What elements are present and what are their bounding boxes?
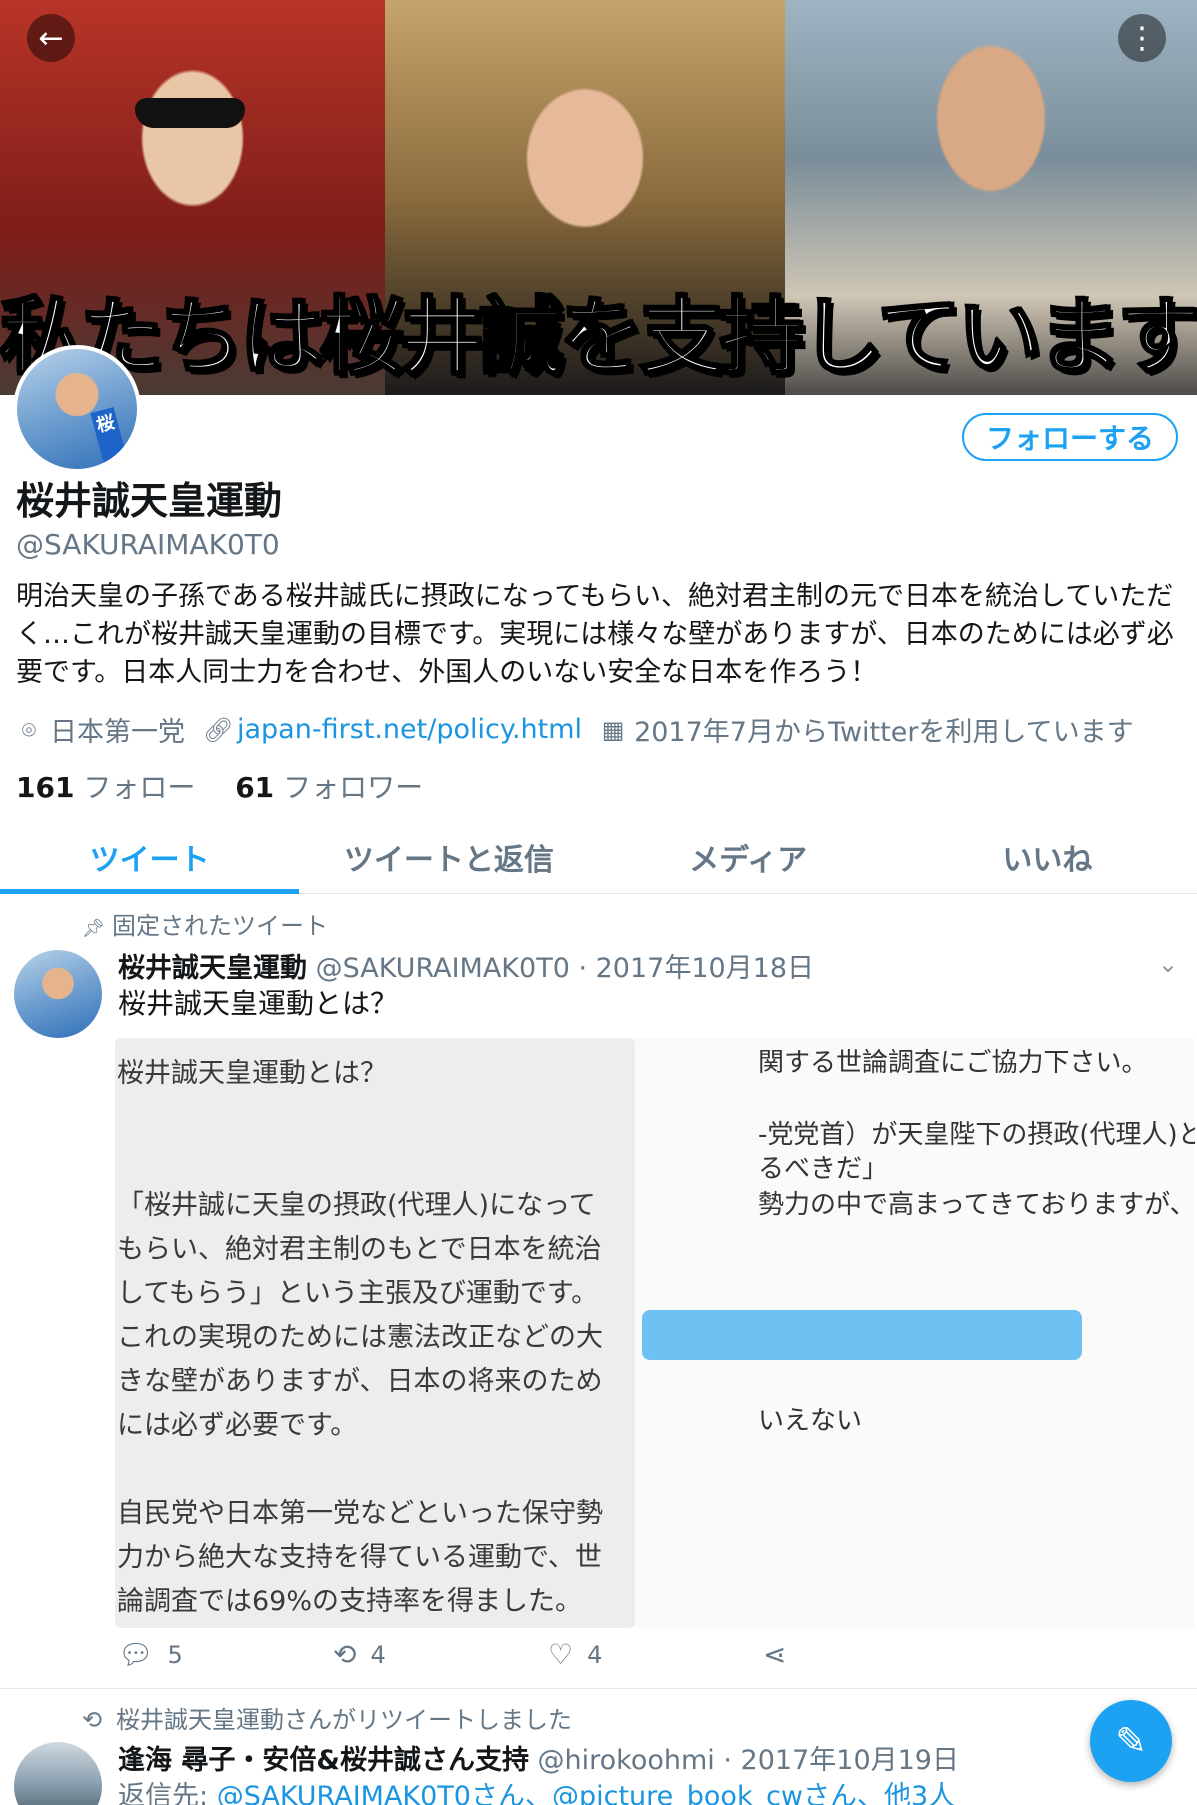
tweet-header: 逢海 尋子・安倍&桜井誠さん支持 @hirokoohmi · 2017年10月1…: [118, 1738, 959, 1777]
pinned-text: 固定されたツイート: [112, 912, 328, 940]
tab-tweets-and-replies[interactable]: ツイートと返信: [299, 820, 598, 893]
reply-action[interactable]: 💬︎ 5: [118, 1638, 333, 1671]
back-arrow-icon[interactable]: ←: [27, 14, 75, 62]
image-fragment: るべきだ」: [758, 1154, 889, 1184]
like-action[interactable]: ♡ 4: [548, 1638, 763, 1671]
retweeted-label: ⟲ 桜井誠天皇運動さんがリツイートしました: [82, 1700, 572, 1735]
retweet-icon: ⟲: [333, 1638, 357, 1671]
compose-tweet-button[interactable]: ✎: [1090, 1700, 1172, 1782]
followers-count: 61: [235, 771, 275, 804]
reply-icon: 💬︎: [118, 1638, 154, 1671]
tweet-author-name[interactable]: 桜井誠天皇運動: [118, 953, 307, 984]
chevron-down-icon[interactable]: ⌄: [1158, 950, 1178, 978]
profile-url[interactable]: japan-first.net/policy.html: [237, 714, 582, 745]
more-options-icon[interactable]: ⋮: [1118, 14, 1166, 62]
image-fragment: -党党首）が天皇陛下の摂政(代理人)とな: [758, 1120, 1195, 1150]
heart-icon: ♡: [548, 1638, 574, 1671]
image-body-text: 桜井誠天皇運動とは？ 「桜井誠に天皇の摂政(代理人)になって もらい、絶対君主制…: [117, 1058, 603, 1617]
followers-label: フォロワー: [283, 771, 424, 804]
followers-link[interactable]: 61 フォロワー: [235, 771, 423, 804]
following-count: 161: [16, 771, 75, 804]
compose-feather-icon: ✎: [1115, 1719, 1147, 1763]
location-pin-icon: ⌾: [21, 715, 37, 744]
image-fragment: 勢力の中で高まってきておりますが、賛成: [758, 1190, 1195, 1220]
tab-tweets[interactable]: ツイート: [0, 820, 300, 894]
avatar-sash: 桜: [90, 407, 132, 469]
tweet-handle-date: @hirokoohmi · 2017年10月19日: [537, 1745, 959, 1776]
reply-prefix: 返信先:: [118, 1781, 209, 1805]
follow-button[interactable]: フォローする: [962, 413, 1178, 461]
tweet-divider: [0, 1688, 1197, 1689]
retweet-action[interactable]: ⟲ 4: [333, 1638, 548, 1671]
image-highlight-bar: [642, 1310, 1082, 1360]
following-link[interactable]: 161 フォロー: [16, 771, 195, 804]
tab-likes[interactable]: いいね: [898, 820, 1197, 893]
image-fragment: 関する世論調査にご協力下さい。: [758, 1048, 1148, 1078]
tweet-handle-date: @SAKURAIMAK0T0 · 2017年10月18日: [315, 953, 815, 984]
reply-to-line: 返信先: @SAKURAIMAK0T0さん、@picture_book_cwさん…: [118, 1774, 955, 1805]
pin-icon: 📌︎: [82, 918, 105, 939]
tweet-author-name[interactable]: 逢海 尋子・安倍&桜井誠さん支持: [118, 1745, 529, 1776]
reply-count: 5: [167, 1640, 183, 1669]
retweet-count: 4: [370, 1640, 386, 1669]
tweet-header: 桜井誠天皇運動 @SAKURAIMAK0T0 · 2017年10月18日: [118, 946, 814, 985]
tweet-text: 桜井誠天皇運動とは？: [118, 987, 399, 1020]
tweet-author-avatar[interactable]: [14, 1742, 102, 1805]
tab-media[interactable]: メディア: [599, 820, 898, 893]
like-count: 4: [587, 1640, 603, 1669]
profile-stats: 161 フォロー 61 フォロワー: [16, 766, 423, 806]
profile-meta: ⌾ 日本第一党 🔗︎ japan-first.net/policy.html ▦…: [16, 710, 1134, 749]
sunglasses-shape: [135, 98, 245, 128]
profile-banner[interactable]: 私たちは桜井誠を支持しています: [0, 0, 1197, 395]
tweet-actions: 💬︎ 5 ⟲ 4 ♡ 4 ⋖: [118, 1638, 978, 1671]
retweeted-text: 桜井誠天皇運動さんがリツイートしました: [116, 1706, 572, 1734]
profile-joined: 2017年7月からTwitterを利用しています: [634, 717, 1134, 748]
banner-caption: 私たちは桜井誠を支持しています: [0, 287, 1197, 388]
calendar-icon: ▦: [601, 715, 625, 744]
image-fragment: いえない: [758, 1406, 863, 1436]
profile-name: 桜井誠天皇運動: [16, 479, 283, 523]
profile-tabs: ツイート ツイートと返信 メディア いいね: [0, 820, 1197, 894]
pinned-tweet-label: 📌︎ 固定されたツイート: [82, 906, 328, 941]
following-label: フォロー: [83, 771, 196, 804]
link-icon: 🔗︎: [203, 715, 234, 744]
share-action[interactable]: ⋖: [763, 1638, 978, 1671]
tweet-image[interactable]: 関する世論調査にご協力下さい。 -党党首）が天皇陛下の摂政(代理人)とな るべき…: [115, 1038, 1195, 1628]
profile-handle: @SAKURAIMAK0T0: [16, 528, 280, 561]
reply-mentions[interactable]: @SAKURAIMAK0T0さん、@picture_book_cwさん、他3人: [217, 1781, 956, 1805]
profile-bio: 明治天皇の子孫である桜井誠氏に摂政になってもらい、絶対君主制の元で日本を統治して…: [16, 581, 1174, 688]
tweet-author-avatar[interactable]: [14, 950, 102, 1038]
profile-location: 日本第一党: [50, 717, 185, 748]
retweet-small-icon: ⟲: [82, 1706, 103, 1734]
tweet-image-left-panel: 桜井誠天皇運動とは？ 「桜井誠に天皇の摂政(代理人)になって もらい、絶対君主制…: [115, 1038, 635, 1628]
share-icon: ⋖: [763, 1638, 787, 1671]
profile-avatar[interactable]: 桜: [13, 345, 141, 473]
